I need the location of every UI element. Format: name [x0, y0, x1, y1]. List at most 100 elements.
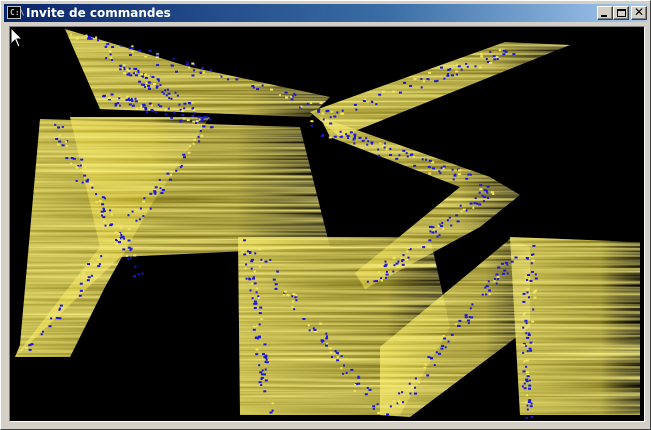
speckle: [134, 74, 138, 77]
speckle: [253, 307, 257, 309]
speckle: [385, 273, 389, 276]
speckle: [191, 74, 195, 77]
speckle: [135, 219, 138, 222]
speckle: [456, 220, 460, 223]
speckle: [191, 62, 195, 65]
speckle: [342, 372, 345, 375]
speckle: [159, 187, 162, 190]
speckle: [58, 134, 61, 137]
speckle: [302, 318, 306, 320]
speckle: [464, 316, 468, 319]
speckle: [420, 78, 423, 80]
speckle: [530, 270, 534, 273]
speckle: [409, 85, 413, 87]
speckle: [496, 275, 500, 278]
speckle: [87, 263, 91, 266]
speckle: [458, 169, 462, 172]
speckle: [55, 316, 59, 319]
speckle: [170, 97, 173, 100]
speckle: [331, 356, 333, 358]
speckle: [253, 270, 256, 273]
speckle: [109, 53, 112, 56]
speckle: [529, 349, 533, 352]
speckle: [126, 254, 128, 257]
speckle: [414, 386, 416, 389]
console-canvas[interactable]: [9, 26, 645, 422]
speckle: [322, 118, 325, 121]
speckle: [525, 380, 529, 383]
speckle: [528, 399, 532, 402]
speckle: [176, 94, 179, 97]
speckle: [259, 265, 262, 268]
speckle: [478, 191, 481, 194]
speckle: [291, 306, 294, 309]
speckle: [264, 379, 268, 382]
speckle: [95, 200, 98, 203]
speckle: [79, 289, 83, 292]
speckle: [70, 33, 73, 36]
speckle: [455, 73, 458, 76]
speckle: [174, 91, 177, 94]
speckle: [30, 343, 34, 346]
speckle: [313, 328, 317, 331]
speckle: [525, 332, 528, 335]
speckle: [431, 231, 435, 234]
speckle: [392, 90, 396, 93]
speckle: [442, 227, 445, 230]
speckle: [319, 102, 323, 105]
speckle: [345, 371, 348, 374]
speckle: [211, 126, 214, 129]
speckle: [457, 65, 461, 68]
speckle: [193, 69, 195, 72]
speckle: [193, 112, 196, 115]
speckle: [109, 56, 113, 59]
speckle: [310, 120, 314, 123]
speckle: [58, 317, 62, 320]
speckle: [87, 276, 91, 279]
speckle: [141, 107, 145, 110]
speckle: [182, 117, 186, 120]
speckle: [100, 255, 103, 258]
speckle: [202, 125, 206, 128]
speckle: [165, 94, 168, 97]
speckle: [191, 107, 194, 110]
speckle: [471, 303, 474, 306]
speckle: [181, 110, 185, 113]
speckle: [525, 365, 528, 368]
speckle: [87, 178, 90, 181]
speckle: [366, 143, 369, 146]
speckle: [166, 88, 169, 91]
speckle: [56, 143, 60, 146]
speckle: [472, 206, 475, 209]
close-button[interactable]: ✕: [631, 5, 647, 20]
speckle: [104, 224, 107, 227]
speckle: [227, 78, 229, 81]
speckle: [65, 140, 68, 143]
speckle: [293, 308, 296, 311]
minimize-button[interactable]: [597, 6, 613, 20]
speckle: [258, 364, 261, 367]
speckle: [251, 282, 254, 285]
speckle: [154, 192, 157, 195]
speckle: [325, 344, 328, 347]
speckle: [446, 219, 449, 222]
speckle: [310, 101, 313, 104]
speckle: [451, 333, 454, 336]
title-bar[interactable]: C:\ Invite de commandes ✕: [4, 4, 647, 22]
speckle: [168, 97, 171, 100]
speckle: [392, 270, 395, 273]
maximize-button[interactable]: [613, 6, 629, 20]
speckle: [459, 204, 462, 207]
speckle: [506, 263, 509, 266]
speckle: [329, 122, 333, 125]
console-icon[interactable]: C:\: [7, 6, 24, 19]
speckle: [528, 277, 531, 280]
speckle: [129, 74, 133, 77]
speckle: [137, 273, 140, 276]
speckle: [117, 237, 120, 240]
speckle: [250, 258, 254, 261]
speckle: [271, 409, 274, 412]
speckle: [395, 157, 399, 160]
speckle: [133, 72, 136, 75]
speckle: [82, 272, 85, 275]
